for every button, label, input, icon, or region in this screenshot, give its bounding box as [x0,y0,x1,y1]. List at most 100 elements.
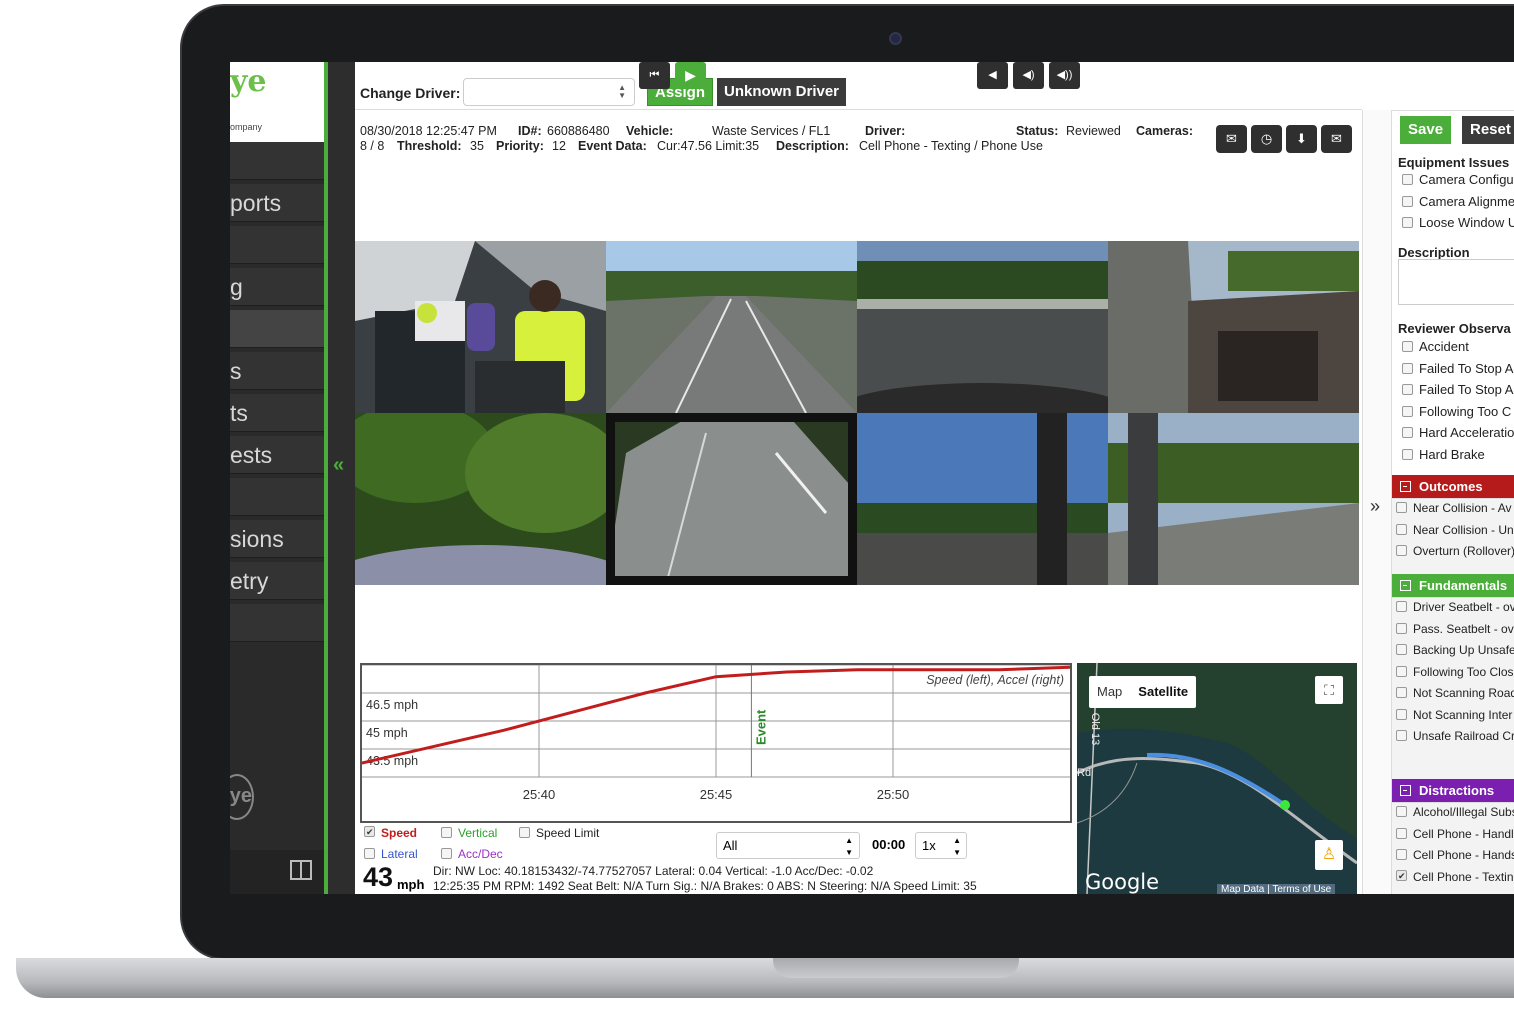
expand-panel-icon[interactable]: » [1370,496,1380,517]
sidebar-nav-item[interactable]: ports [230,184,324,222]
camera-view-8-mirror[interactable] [1108,413,1359,585]
checkbox[interactable] [364,848,375,859]
checkbox[interactable] [1396,665,1407,677]
camera-view-1-cab[interactable] [355,241,606,413]
review-checkbox-item[interactable]: Camera Alignme [1402,194,1514,209]
history-button[interactable]: ◷ [1251,125,1282,153]
checkbox[interactable] [1396,827,1407,839]
review-checkbox-item[interactable]: Near Collision - Un [1396,523,1514,537]
checkbox[interactable] [1402,195,1413,207]
volume-mute-button[interactable]: ◀ [977,62,1008,89]
sidebar-nav-item[interactable]: g [230,268,324,306]
checkbox[interactable] [1402,384,1413,395]
checkbox[interactable] [441,827,452,838]
checkbox[interactable] [1396,622,1407,634]
email-button[interactable]: ✉ [1321,125,1352,153]
map-data-link[interactable]: Map Data [1221,884,1264,894]
sidebar-nav-item[interactable] [230,604,324,642]
comment-button[interactable]: ✉ [1216,125,1247,153]
street-view-button[interactable]: ♙ [1315,840,1343,870]
review-checkbox-item[interactable]: Not Scanning Inter [1396,708,1512,722]
section-header-outcomes[interactable]: Outcomes [1392,475,1514,498]
review-checkbox-item[interactable]: Overturn (Rollover) [1396,544,1514,558]
sidebar-nav-item[interactable]: ts [230,394,324,432]
review-checkbox-item[interactable]: Near Collision - Av [1396,501,1511,515]
checkbox[interactable] [1402,341,1413,352]
checkbox[interactable] [1396,708,1407,720]
collapse-sidebar-icon[interactable]: « [333,454,344,477]
review-checkbox-item[interactable]: Failed To Stop A [1402,382,1513,397]
camera-filter-select[interactable]: All ▲ ▼ [716,832,860,859]
volume-down-button[interactable]: ◀) [1013,62,1044,89]
series-toggle-acc-dec[interactable]: Acc/Dec [441,847,503,861]
camera-view-7-right[interactable] [857,413,1108,585]
section-header-fundamentals[interactable]: Fundamentals [1392,574,1514,597]
series-toggle-vertical[interactable]: Vertical [441,826,497,840]
review-checkbox-item[interactable]: Cell Phone - Hands [1396,848,1514,862]
volume-up-button[interactable]: ◀)) [1049,62,1080,89]
checkbox[interactable] [1396,523,1407,535]
play-button[interactable]: ▶ [675,62,706,89]
map-tab-map[interactable]: Map [1089,676,1130,708]
review-checkbox-item[interactable]: Driver Seatbelt - ov [1396,600,1514,614]
checkbox[interactable] [1396,687,1407,698]
sidebar-nav-item[interactable] [230,478,324,516]
sidebar-nav-item[interactable] [230,142,324,180]
review-checkbox-item[interactable]: Hard Acceleratio [1402,425,1514,440]
checkbox[interactable] [1402,448,1413,460]
review-checkbox-item[interactable]: Unsafe Railroad Cr [1396,729,1514,743]
review-checkbox-item[interactable]: Pass. Seatbelt - ov [1396,622,1514,636]
terms-link[interactable]: Terms of Use [1272,884,1331,894]
download-button[interactable]: ⬇ [1286,125,1317,153]
checkbox[interactable] [1396,806,1407,817]
unknown-driver-button[interactable]: Unknown Driver [717,78,847,106]
checkbox[interactable] [1396,730,1407,741]
sidebar-nav-item[interactable] [230,226,324,264]
checkbox[interactable] [364,826,375,837]
sidebar-nav-item[interactable]: etry [230,562,324,600]
review-checkbox-item[interactable]: Following Too Clos [1396,665,1514,679]
fullscreen-button[interactable]: ⛶ [1315,676,1343,704]
review-checkbox-item[interactable]: Cell Phone - Textin [1396,869,1514,884]
review-checkbox-item[interactable]: Hard Brake [1402,447,1485,462]
map-tab-satellite[interactable]: Satellite [1130,676,1196,708]
review-checkbox-item[interactable]: Alcohol/Illegal Subs [1396,805,1514,819]
review-checkbox-item[interactable]: Accident [1402,339,1469,354]
reset-button[interactable]: Reset [1462,116,1514,144]
series-toggle-speed-limit[interactable]: Speed Limit [519,826,599,840]
review-checkbox-item[interactable]: Camera Configu [1402,172,1514,187]
sidebar-nav-item[interactable]: ests [230,436,324,474]
series-toggle-speed[interactable]: Speed [364,826,417,840]
camera-view-4-hopper[interactable] [1108,241,1359,413]
camera-view-5-roadside[interactable] [355,413,606,585]
checkbox[interactable] [1396,545,1407,556]
logo[interactable]: ye ompany [230,62,324,142]
description-textarea[interactable] [1398,259,1514,305]
rewind-button[interactable]: ⏮ [639,62,670,89]
series-toggle-lateral[interactable]: Lateral [364,847,418,861]
review-checkbox-item[interactable]: Not Scanning Road [1396,686,1514,700]
panel-toggle-icon[interactable] [290,860,312,880]
sidebar-nav-item[interactable]: sions [230,520,324,558]
checkbox[interactable] [441,848,452,859]
driver-select[interactable]: ▲ ▼ [463,78,635,106]
checkbox[interactable] [1396,502,1407,513]
review-checkbox-item[interactable]: Backing Up Unsafe [1396,643,1514,657]
review-checkbox-item[interactable]: Loose Window U [1402,215,1514,230]
camera-view-2-forward[interactable] [606,241,857,413]
save-button[interactable]: Save [1400,116,1452,144]
review-checkbox-item[interactable]: Cell Phone - Handl [1396,827,1514,841]
checkbox[interactable] [1402,217,1413,228]
checkbox[interactable] [1402,174,1413,185]
checkbox[interactable] [1396,869,1407,881]
checkbox[interactable] [1402,405,1413,417]
camera-view-6-lane[interactable] [606,413,857,585]
section-header-distractions[interactable]: Distractions [1392,779,1514,802]
checkbox[interactable] [1402,427,1413,438]
checkbox[interactable] [1402,362,1413,374]
event-map[interactable]: Old 13 Rd Map Satellite ⛶ ♙ Google Map Da… [1077,663,1357,894]
review-checkbox-item[interactable]: Following Too C [1402,404,1511,419]
review-checkbox-item[interactable]: Failed To Stop A [1402,361,1513,376]
checkbox[interactable] [1396,644,1407,655]
playback-rate-select[interactable]: 1x ▲ ▼ [915,832,967,859]
